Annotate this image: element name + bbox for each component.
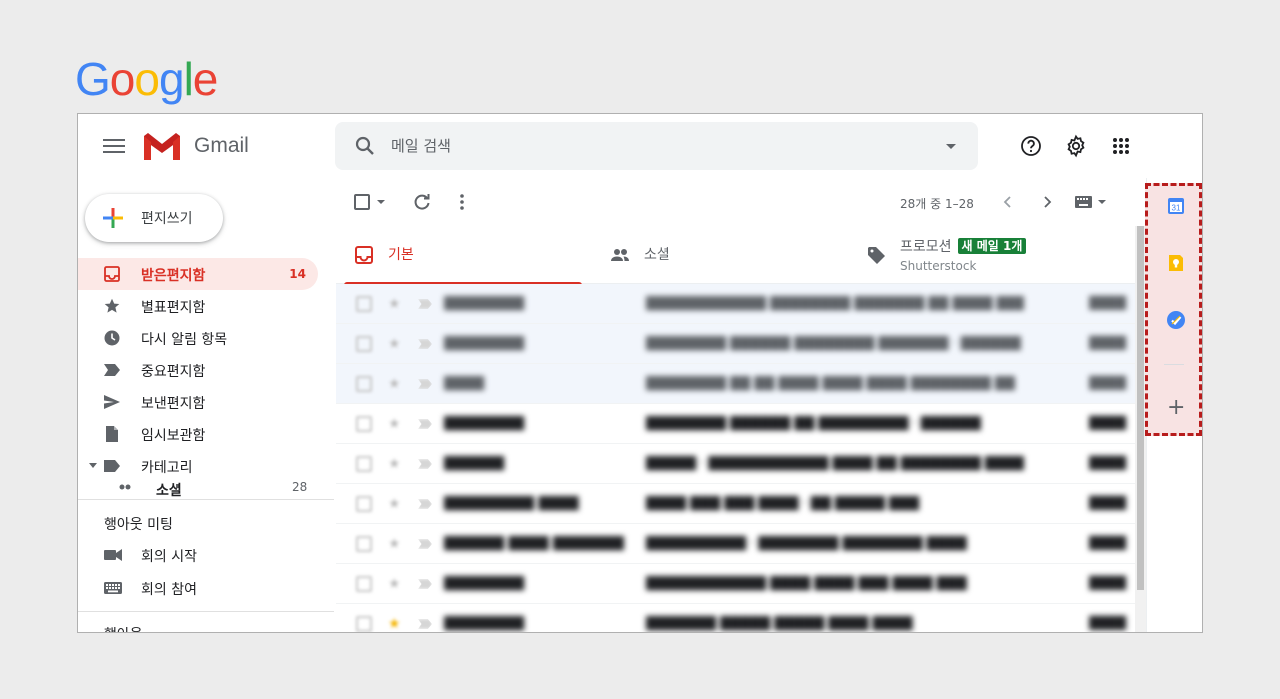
input-tools-keyboard-icon[interactable] [1075,196,1092,208]
sidebar-item-sent[interactable]: 보낸편지함 [78,386,318,418]
gmail-window: Gmail 메일 검색 편지쓰기 받은편지함 14 별표편지함 다시 알림 항목… [77,113,1203,633]
search-options-icon[interactable] [946,144,956,149]
sidebar-item-label: 받은편지함 [141,268,206,284]
sidebar-item-label: 다시 알림 항목 [141,332,228,348]
plus-icon [103,208,123,228]
join-meeting-item[interactable]: 회의 참여 [78,572,318,604]
sidebar-nav: 받은편지함 14 별표편지함 다시 알림 항목 중요편지함 보낸편지함 임시보관… [78,258,334,498]
video-camera-icon [104,549,122,561]
compose-button[interactable]: 편지쓰기 [85,194,223,242]
add-addon-plus-icon[interactable]: + [1167,397,1185,419]
tab-sender-preview: Shutterstock [900,259,977,273]
sidebar-item-social[interactable]: 소셜 28 [78,482,334,498]
tab-social[interactable]: 소셜 [592,226,838,284]
table-row[interactable]: ★ ████████ ████████ ██████ ████████ ██████… [336,324,1136,364]
sidebar-item-drafts[interactable]: 임시보관함 [78,418,318,450]
side-panel-divider [1164,364,1184,365]
app-name: Gmail [194,134,249,157]
sidebar-item-label: 보낸편지함 [141,396,206,412]
start-meeting-item[interactable]: 회의 시작 [78,539,318,571]
tab-label: 프로모션 [900,239,952,255]
refresh-icon[interactable] [412,192,432,212]
people-icon [119,484,131,490]
sidebar-item-label: 중요편지함 [141,364,206,380]
divider [78,611,334,612]
tag-icon [868,247,885,264]
clock-icon [104,330,120,346]
new-mail-badge: 새 메일 1개 [957,238,1027,254]
help-icon[interactable] [1019,134,1043,158]
sidebar-item-snoozed[interactable]: 다시 알림 항목 [78,322,318,354]
hangouts-section-title: 행아웃 [104,624,143,632]
chevron-right-icon[interactable] [1039,194,1055,210]
sidebar-item-label: 소셜 [156,483,182,498]
table-row[interactable]: ★ ████████ ████████ ██████ ██ █████████ · … [336,404,1136,444]
select-options-caret-icon[interactable] [377,200,385,204]
table-row[interactable]: ★ ████████ ███████ █████ █████ ████ ████ ██… [336,604,1136,632]
inbox-icon [355,246,373,264]
mail-toolbar: 28개 중 1–28 [336,178,1146,226]
tab-primary[interactable]: 기본 [336,226,582,285]
gmail-logo-icon[interactable] [142,130,182,162]
table-row[interactable]: ★ █████████ ████ ████ ███ ███ ████ · ██ ██… [336,484,1136,524]
sidebar-item-inbox[interactable]: 받은편지함 14 [78,258,318,290]
search-input[interactable] [391,134,911,158]
main-menu-icon[interactable] [102,136,126,156]
category-tabs: 기본 소셜 프로모션 새 메일 1개 Shutterstock [336,226,1146,285]
table-row[interactable]: ★ ████████ ████████████ ████ ████ ███ ████… [336,564,1136,604]
svg-text:31: 31 [1172,204,1181,213]
search-bar[interactable] [335,122,978,170]
sidebar-item-categories[interactable]: 카테고리 [78,450,318,482]
send-icon [104,395,120,409]
scrollbar-thumb[interactable] [1137,226,1144,590]
table-row[interactable]: ★ ████ ████████ ██ ██ ████ ████ ████ █████… [336,364,1136,404]
settings-gear-icon[interactable] [1064,134,1088,158]
people-icon [611,249,629,261]
calendar-icon[interactable]: 31 [1166,196,1186,216]
sidebar-item-label: 별표편지함 [141,300,206,316]
tasks-icon[interactable] [1166,310,1186,330]
draft-icon [106,426,118,442]
more-vert-icon[interactable] [456,192,468,212]
tab-label: 소셜 [644,247,670,263]
search-icon[interactable] [353,134,377,158]
expand-arrow-icon[interactable] [89,463,97,469]
table-row[interactable]: ★ ██████ ████ ████████ ██████████ · ██████… [336,524,1136,564]
table-row[interactable]: ★ ████████ ████████████ ████████ ███████ █… [336,284,1136,324]
tab-promotions[interactable]: 프로모션 새 메일 1개 Shutterstock [848,226,1138,284]
star-icon [104,298,120,313]
join-meeting-label: 회의 참여 [141,582,197,598]
start-meeting-label: 회의 시작 [141,549,197,565]
keyboard-icon [104,582,122,594]
header: Gmail [78,114,1202,178]
mail-list: ★ ████████ ████████████ ████████ ███████ █… [336,284,1136,632]
keep-icon[interactable] [1166,253,1186,273]
unread-count: 28 [292,482,308,494]
google-logo: Google [75,53,218,105]
sidebar-item-starred[interactable]: 별표편지함 [78,290,318,322]
label-icon [104,460,120,472]
unread-count: 14 [289,267,306,281]
select-all-checkbox[interactable] [354,194,370,210]
pagination-text: 28개 중 1–28 [900,197,974,211]
tab-label: 기본 [388,247,414,263]
table-row[interactable]: ★ ██████ █████ · ████████████ ████ ██ ████… [336,444,1136,484]
important-icon [104,364,120,376]
sidebar-item-label: 카테고리 [141,460,193,476]
tab-label-wrap: 프로모션 새 메일 1개 [900,236,1027,256]
compose-label: 편지쓰기 [141,211,193,227]
sidebar-item-important[interactable]: 중요편지함 [78,354,318,386]
chevron-left-icon[interactable] [1000,194,1016,210]
sidebar-item-label: 임시보관함 [141,428,206,444]
input-tools-caret-icon[interactable] [1098,200,1106,204]
apps-grid-icon[interactable] [1109,134,1133,158]
divider [78,499,334,500]
inbox-icon [104,266,120,282]
meet-section-title: 행아웃 미팅 [104,517,173,533]
